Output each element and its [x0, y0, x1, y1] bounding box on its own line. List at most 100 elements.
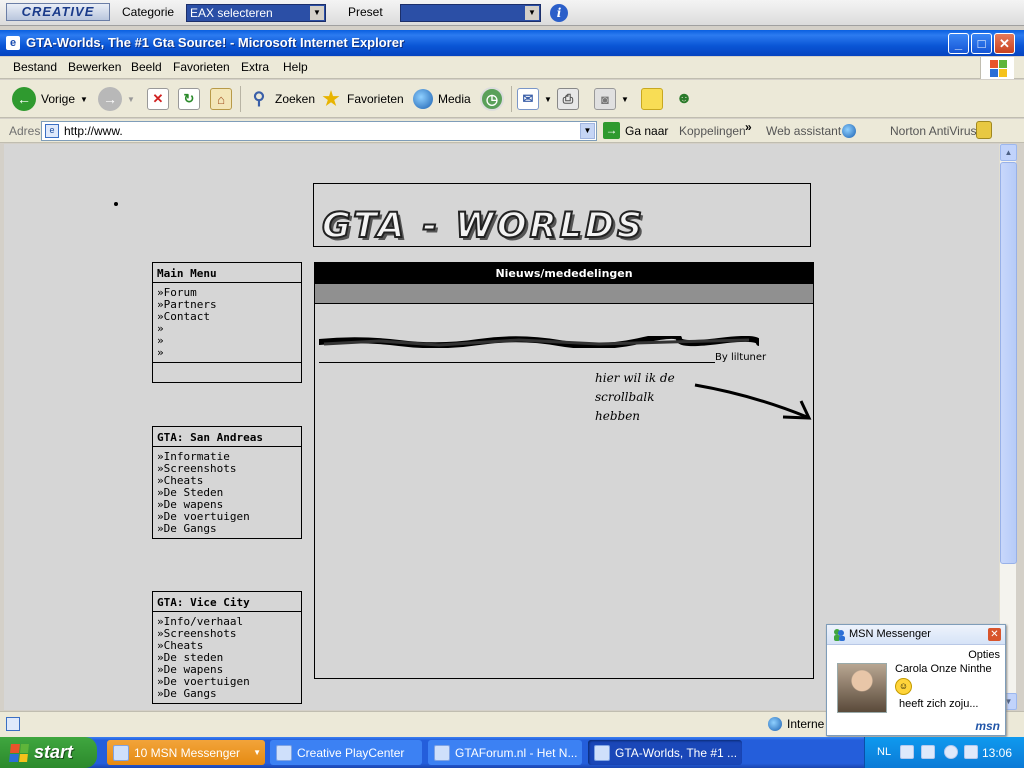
web-assistant-button[interactable]: Web assistant [766, 124, 841, 138]
go-arrow-icon[interactable]: → [603, 122, 620, 139]
forward-button[interactable]: → ▼ [98, 87, 135, 111]
system-tray: NL 13:06 [864, 737, 1024, 768]
eax-select-value: EAX selecteren [190, 6, 273, 20]
start-button[interactable]: start [0, 737, 97, 768]
chevron-more-icon[interactable]: » [745, 120, 752, 134]
media-button[interactable]: Media [413, 87, 471, 111]
menu-beeld[interactable]: Beeld [131, 60, 162, 74]
main-menu-empty-3[interactable]: » [157, 347, 297, 359]
home-button[interactable]: ⌂ [210, 87, 232, 111]
menu-help[interactable]: Help [283, 60, 308, 74]
scroll-up-button[interactable]: ▲ [1000, 144, 1017, 161]
site-logo: GTA - WORLDS [321, 205, 646, 247]
task-gtaforum[interactable]: GTAForum.nl - Het N... [428, 740, 582, 765]
print-button[interactable]: ⎙ [557, 87, 579, 111]
menu-bewerken[interactable]: Bewerken [68, 60, 121, 74]
san-andreas-title: GTA: San Andreas [153, 427, 301, 447]
menu-extra[interactable]: Extra [241, 60, 269, 74]
vice-city-box: GTA: Vice City »Info/verhaal »Screenshot… [152, 591, 302, 704]
keyboard-icon[interactable] [900, 745, 914, 759]
menu-bestand[interactable]: Bestand [13, 60, 57, 74]
start-label: start [34, 742, 74, 762]
history-button[interactable]: ◷ [480, 87, 504, 111]
security-zone: Interne [768, 717, 824, 731]
address-label: Adres [9, 124, 41, 138]
mail-button[interactable]: ✉ ▼ [517, 87, 552, 111]
close-button[interactable]: ✕ [994, 33, 1015, 54]
san-andreas-box: GTA: San Andreas »Informatie »Screenshot… [152, 426, 302, 539]
mail-icon: ✉ [517, 88, 539, 110]
sa-gangs[interactable]: »De Gangs [157, 523, 297, 535]
task-msn-messenger[interactable]: 10 MSN Messenger ▼ [107, 740, 265, 765]
contact-message[interactable]: heeft zich zoju... [899, 698, 979, 710]
refresh-button[interactable]: ↻ [178, 87, 200, 111]
edit-icon: ◙ [594, 88, 616, 110]
task-gta-worlds[interactable]: GTA-Worlds, The #1 ... [588, 740, 742, 765]
preset-select[interactable]: ▼ [400, 4, 541, 22]
news-title: Nieuws/mededelingen [315, 263, 813, 284]
task-gta-worlds-label: GTA-Worlds, The #1 ... [615, 745, 738, 760]
close-icon[interactable]: ✕ [988, 628, 1001, 641]
discuss-button[interactable] [641, 87, 663, 111]
playcenter-icon [276, 744, 292, 761]
main-menu-empty-2[interactable]: » [157, 335, 297, 347]
main-menu-contact[interactable]: »Contact [157, 311, 297, 323]
favorites-button[interactable]: ★ Favorieten [320, 87, 403, 111]
links-button[interactable]: Koppelingen [679, 124, 746, 138]
address-input[interactable]: e http://www. ▼ [41, 121, 597, 141]
globe-icon[interactable] [842, 124, 856, 138]
chevron-down-icon: ▼ [310, 6, 324, 20]
maximize-button[interactable]: □ [971, 33, 992, 54]
edit-button[interactable]: ◙ ▼ [594, 87, 629, 111]
help-icon[interactable]: i [550, 4, 568, 22]
chevron-down-icon: ▼ [544, 94, 552, 104]
media-icon [413, 89, 433, 109]
main-menu-footer [153, 362, 301, 382]
window-titlebar[interactable]: e GTA-Worlds, The #1 Gta Source! - Micro… [0, 30, 1024, 56]
task-gtaforum-label: GTAForum.nl - Het N... [455, 745, 578, 760]
vc-gangs[interactable]: »De Gangs [157, 688, 297, 700]
search-button[interactable]: ⚲ Zoeken [248, 87, 315, 111]
address-url: http://www. [64, 124, 123, 138]
vice-city-title: GTA: Vice City [153, 592, 301, 612]
messenger-button[interactable]: ☻ [673, 87, 695, 111]
creative-logo[interactable]: CREATIVE [6, 3, 110, 21]
zone-label: Interne [787, 717, 825, 731]
norton-icon[interactable] [976, 121, 992, 139]
menu-favorieten[interactable]: Favorieten [173, 60, 230, 74]
ie-icon [594, 744, 610, 761]
msn-options-link[interactable]: Opties [968, 649, 1000, 661]
annotation-note: hier wil ik de scrollbalk hebben [595, 369, 675, 426]
contact-name[interactable]: Carola Onze Ninthe [895, 663, 992, 675]
annotation-arrow-icon [694, 383, 812, 420]
scribbled-out-text [319, 336, 759, 348]
language-indicator[interactable]: NL [877, 746, 891, 758]
ie-icon [434, 744, 450, 761]
news-panel: Nieuws/mededelingen By liltuner hier wil… [314, 262, 814, 679]
task-msn-label: 10 MSN Messenger [134, 745, 241, 760]
norton-antivirus-button[interactable]: Norton AntiVirus [890, 124, 977, 138]
task-creative-playcenter[interactable]: Creative PlayCenter [270, 740, 422, 765]
address-bar: Adres e http://www. ▼ → Ga naar Koppelin… [0, 119, 1024, 143]
main-menu-empty-1[interactable]: » [157, 323, 297, 335]
tray-expand-icon[interactable] [944, 745, 958, 759]
go-button[interactable]: Ga naar [625, 124, 668, 138]
standard-toolbar: ← Vorige ▼ → ▼ ✕ ↻ ⌂ ⚲ Zoeken ★ Favoriet… [0, 80, 1024, 118]
chevron-down-icon: ▼ [80, 94, 88, 104]
contact-avatar [837, 663, 887, 713]
scroll-thumb[interactable] [1000, 162, 1017, 564]
forward-icon: → [98, 87, 122, 111]
page-icon: e [45, 124, 59, 138]
back-label: Vorige [41, 92, 76, 106]
messenger-icon: ☻ [675, 90, 693, 107]
toolbar-separator [240, 86, 241, 112]
volume-icon[interactable] [964, 745, 978, 759]
msn-notification[interactable]: MSN Messenger ✕ Opties Carola Onze Ninth… [826, 624, 1006, 736]
minimize-button[interactable]: _ [948, 33, 969, 54]
stop-button[interactable]: ✕ [147, 87, 169, 111]
network-icon[interactable] [921, 745, 935, 759]
back-button[interactable]: ← Vorige ▼ [12, 87, 88, 111]
chevron-down-icon[interactable]: ▼ [580, 123, 595, 139]
messenger-icon [834, 629, 845, 641]
eax-select[interactable]: EAX selecteren ▼ [186, 4, 326, 22]
